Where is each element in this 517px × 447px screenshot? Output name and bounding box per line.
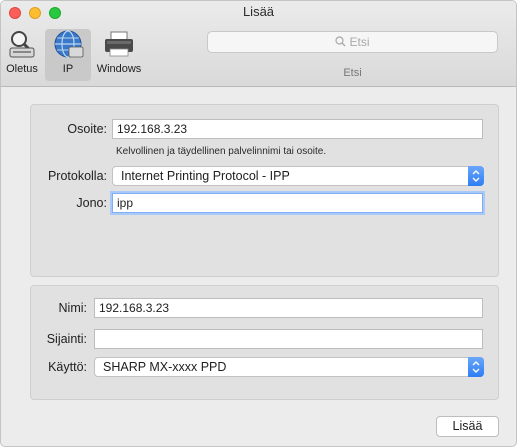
queue-label: Jono: [76, 196, 107, 210]
add-button[interactable]: Lisää [436, 416, 499, 437]
search-caption: Etsi [343, 67, 362, 79]
toolbar-item-label: Oletus [6, 63, 38, 75]
protocol-label: Protokolla: [47, 169, 107, 183]
use-label: Käyttö: [48, 360, 87, 374]
popup-arrows-icon [468, 166, 484, 186]
toolbar-item-label: Windows [96, 63, 142, 75]
globe-icon [54, 30, 84, 58]
toolbar-item-windows[interactable]: Windows [91, 27, 147, 83]
location-field[interactable] [94, 329, 483, 349]
address-hint: Kelvollinen ja täydellinen palvelinnimi … [116, 146, 327, 157]
protocol-popup[interactable]: Internet Printing Protocol - IPP [112, 166, 484, 186]
location-label: Sijainti: [46, 332, 87, 346]
add-printer-window: Lisää Oletus IP Windows Etsi Etsi Osoite… [0, 0, 517, 447]
search-icon [335, 36, 346, 47]
address-label: Osoite: [67, 122, 107, 136]
queue-field[interactable]: ipp [112, 193, 483, 213]
popup-arrows-icon [468, 357, 484, 377]
search-placeholder: Etsi [349, 35, 370, 49]
name-field[interactable]: 192.168.3.23 [94, 298, 483, 318]
window-title: Lisää [242, 4, 275, 19]
toolbar-item-ip[interactable]: IP [45, 29, 91, 81]
protocol-value: Internet Printing Protocol - IPP [121, 169, 290, 183]
search-field[interactable]: Etsi [207, 31, 498, 53]
toolbar-item-default[interactable]: Oletus [3, 27, 41, 83]
toolbar: Lisää Oletus IP Windows Etsi Etsi [1, 1, 516, 87]
use-popup[interactable]: SHARP MX-xxxx PPD [94, 357, 484, 377]
default-printer-icon [9, 31, 35, 58]
toolbar-item-label: IP [62, 63, 74, 75]
use-value: SHARP MX-xxxx PPD [103, 360, 227, 374]
address-field[interactable]: 192.168.3.23 [112, 119, 483, 139]
windows-printer-icon [105, 31, 133, 57]
name-label: Nimi: [58, 301, 87, 315]
